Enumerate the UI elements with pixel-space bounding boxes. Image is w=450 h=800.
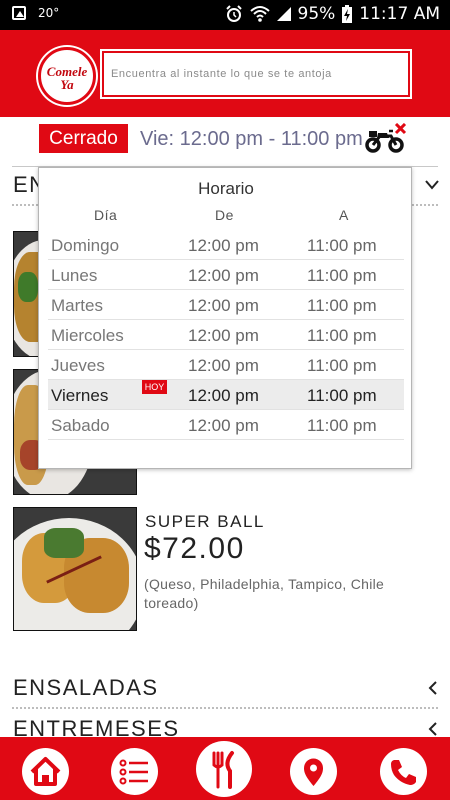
- day-name: Viernes: [51, 386, 109, 405]
- close-time: 11:00 pm: [307, 326, 377, 345]
- location-pin-icon: [304, 758, 323, 786]
- day-name: Jueves: [51, 356, 105, 375]
- bottom-nav: [0, 737, 450, 800]
- battery-percent: 95%: [297, 4, 336, 24]
- search-box: [100, 49, 412, 99]
- signal-icon: [276, 7, 291, 21]
- close-time: 11:00 pm: [307, 266, 377, 285]
- app-logo[interactable]: Comele Ya: [38, 47, 96, 105]
- nav-menu-button[interactable]: [111, 748, 158, 795]
- open-time: 12:00 pm: [188, 326, 259, 345]
- temperature: 20°: [38, 6, 60, 20]
- schedule-row-domingo: Domingo 12:00 pm 11:00 pm: [48, 230, 404, 260]
- column-header-day: Día: [94, 207, 118, 223]
- nav-restaurant-button[interactable]: [196, 741, 252, 797]
- column-header-from: De: [215, 207, 234, 223]
- nav-call-button[interactable]: [380, 748, 427, 795]
- chevron-down-icon: [425, 180, 439, 190]
- search-input[interactable]: [104, 53, 408, 95]
- close-time: 11:00 pm: [307, 386, 377, 405]
- logo-text-line2: Ya: [60, 77, 74, 92]
- open-time: 12:00 pm: [188, 386, 259, 405]
- schedule-title: Horario: [198, 179, 254, 198]
- home-icon: [30, 757, 61, 786]
- product-description: (Queso, Philadelphia, Tampico, Chile tor…: [144, 576, 385, 611]
- menu-list-icon: [119, 759, 148, 785]
- product-name[interactable]: SUPER BALL: [145, 512, 265, 532]
- fork-knife-icon: [212, 751, 234, 789]
- chevron-left-icon: [428, 722, 437, 736]
- open-time: 12:00 pm: [188, 296, 259, 315]
- delivery-unavailable-icon: [365, 123, 407, 153]
- day-name: Martes: [51, 296, 103, 315]
- chevron-left-icon: [428, 681, 437, 695]
- nav-location-button[interactable]: [290, 748, 337, 795]
- open-time: 12:00 pm: [188, 266, 259, 285]
- column-header-to: A: [339, 207, 349, 223]
- phone-icon: [391, 760, 416, 785]
- close-time: 11:00 pm: [307, 356, 377, 375]
- alarm-icon: [225, 5, 242, 22]
- schedule-row-martes: Martes 12:00 pm 11:00 pm: [48, 290, 404, 320]
- closed-badge: Cerrado: [39, 124, 128, 153]
- schedule-row-miercoles: Miercoles 12:00 pm 11:00 pm: [48, 320, 404, 350]
- app-screen: 20° 95% 11:17 AM Comele Ya Cerrado Vie: …: [0, 0, 450, 800]
- category-title: ENSALADAS: [13, 675, 159, 700]
- restaurant-status-row: Cerrado Vie: 12:00 pm - 11:00 pm: [0, 117, 450, 163]
- nav-home-button[interactable]: [22, 748, 69, 795]
- status-bar: 20° 95% 11:17 AM: [0, 0, 450, 30]
- schedule-popup: Horario Día De A Domingo 12:00 pm 11:00 …: [38, 167, 412, 469]
- open-time: 12:00 pm: [188, 236, 259, 255]
- schedule-row-lunes: Lunes 12:00 pm 11:00 pm: [48, 260, 404, 290]
- day-name: Sabado: [51, 416, 110, 435]
- close-time: 11:00 pm: [307, 296, 377, 315]
- close-time: 11:00 pm: [307, 236, 377, 255]
- today-badge: HOY: [142, 380, 167, 394]
- battery-charging-icon: [342, 5, 353, 23]
- schedule-row-jueves: Jueves 12:00 pm 11:00 pm: [48, 350, 404, 380]
- category-row-ensaladas[interactable]: ENSALADAS: [13, 671, 441, 705]
- open-time: 12:00 pm: [188, 356, 259, 375]
- close-time: 11:00 pm: [307, 416, 377, 435]
- day-name: Domingo: [51, 236, 120, 255]
- open-time: 12:00 pm: [188, 416, 259, 435]
- wifi-icon: [249, 6, 270, 22]
- schedule-row-viernes: Viernes HOY 12:00 pm 11:00 pm: [48, 380, 404, 410]
- clock: 11:17 AM: [359, 4, 440, 24]
- dotted-divider: [12, 707, 438, 709]
- day-name: Lunes: [51, 266, 98, 285]
- gallery-icon: [12, 6, 26, 20]
- schedule-row-sabado: Sabado 12:00 pm 11:00 pm: [48, 410, 404, 440]
- app-header: Comele Ya: [0, 30, 450, 117]
- product-price: $72.00: [144, 532, 245, 565]
- product-image-super-ball[interactable]: [13, 507, 137, 631]
- day-name: Miercoles: [51, 326, 124, 345]
- today-hours[interactable]: Vie: 12:00 pm - 11:00 pm: [140, 125, 363, 153]
